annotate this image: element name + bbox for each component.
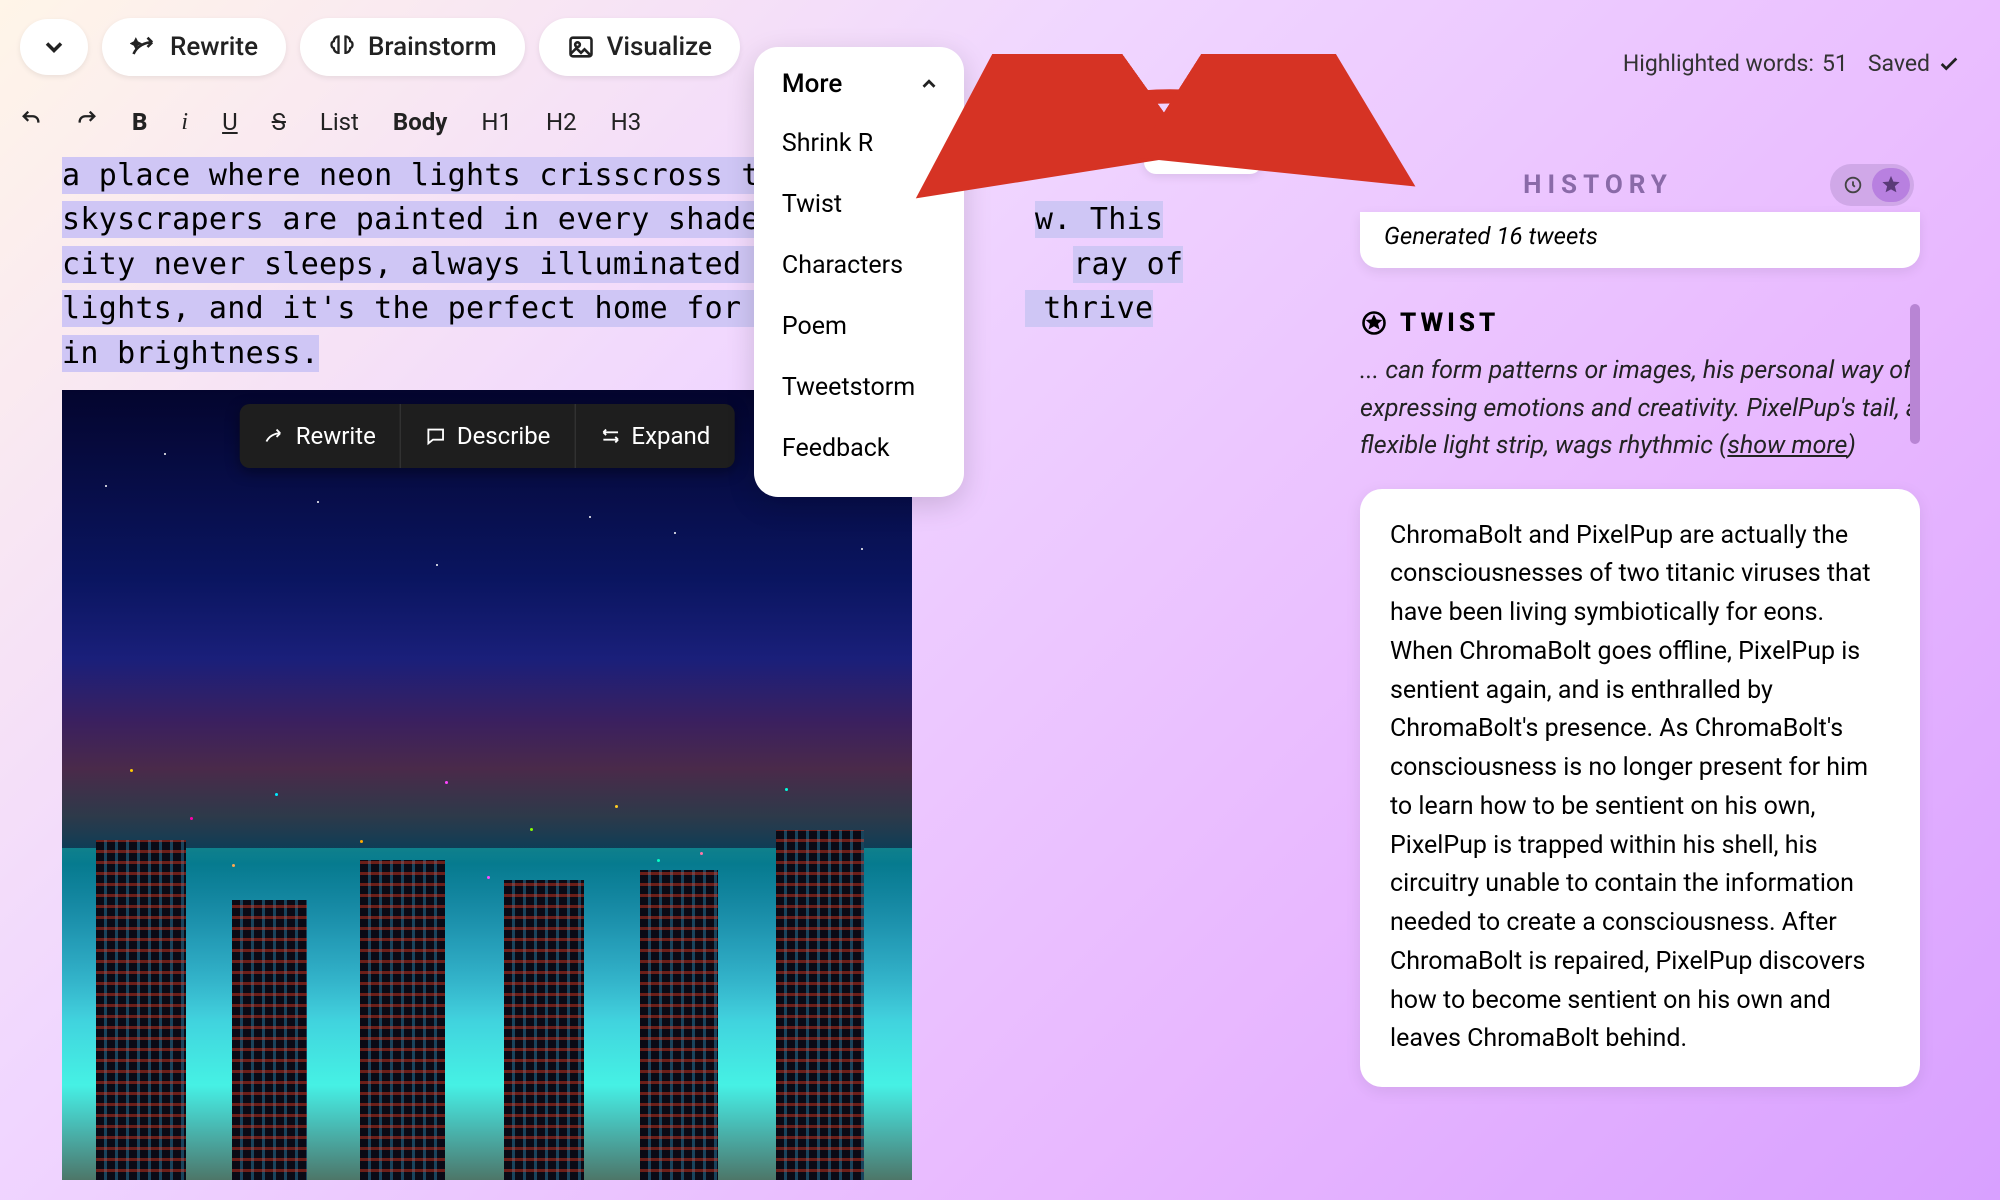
redo-icon — [76, 108, 98, 130]
h1-button[interactable]: H1 — [475, 104, 518, 140]
strike-button[interactable]: S — [266, 104, 292, 140]
italic-button[interactable]: i — [175, 105, 194, 140]
image-describe-button[interactable]: Describe — [401, 404, 576, 468]
dropdown-item-feedback[interactable]: Feedback — [754, 418, 964, 479]
h2-button[interactable]: H2 — [540, 104, 583, 140]
history-filter-toggle[interactable] — [1830, 164, 1914, 206]
history-star-option[interactable] — [1872, 168, 1910, 202]
generated-label: Generated 16 tweets — [1384, 222, 1598, 250]
dropdown-item-shrink[interactable]: Shrink R — [754, 113, 964, 174]
underline-button[interactable]: U — [216, 104, 244, 140]
dropdown-item-characters[interactable]: Characters — [754, 235, 964, 296]
history-panel: HISTORY Generated 16 tweets TWIST ... ca… — [1360, 154, 1920, 1184]
twist-card[interactable]: TWIST ... can form patterns or images, h… — [1360, 308, 1920, 465]
brainstorm-button[interactable]: Brainstorm — [300, 18, 525, 76]
twist-icon — [1360, 309, 1388, 337]
twist-label: TWIST — [1400, 308, 1499, 338]
settings-dropdown-button[interactable] — [20, 19, 88, 75]
sparkle-arrow-icon — [264, 425, 286, 447]
history-clock-option[interactable] — [1834, 168, 1872, 202]
image-rewrite-button[interactable]: Rewrite — [240, 404, 401, 468]
undo-button[interactable] — [14, 104, 48, 140]
text-highlight: a place where neon lights crisscross the — [62, 157, 796, 194]
rewrite-label: Rewrite — [170, 32, 258, 62]
image-toolbar: Rewrite Describe Expand — [240, 404, 735, 468]
expand-horizontal-icon — [599, 425, 621, 447]
redo-button[interactable] — [70, 104, 104, 140]
more-button[interactable]: More — [754, 61, 964, 113]
history-icon — [1842, 174, 1864, 196]
image-expand-button[interactable]: Expand — [575, 404, 734, 468]
rewrite-button[interactable]: Rewrite — [102, 18, 286, 76]
highlighted-words-label: Highlighted words: — [1623, 50, 1814, 77]
highlighted-words-count: 51 — [1822, 50, 1848, 77]
story-text: ChromaBolt and PixelPup are actually the… — [1390, 521, 1871, 1054]
list-button[interactable]: List — [314, 104, 365, 140]
image-icon — [567, 33, 595, 61]
dropdown-item-twist[interactable]: Twist — [754, 174, 964, 235]
image-building — [96, 840, 186, 1180]
sparkle-arrow-icon — [130, 33, 158, 61]
h3-button[interactable]: H3 — [605, 104, 648, 140]
scrollbar-thumb[interactable] — [1910, 304, 1920, 444]
chat-icon — [425, 425, 447, 447]
brainstorm-label: Brainstorm — [368, 32, 497, 62]
dropdown-item-poem[interactable]: Poem — [754, 296, 964, 357]
undo-icon — [20, 108, 42, 130]
bold-button[interactable]: B — [126, 104, 153, 140]
editor-text[interactable]: a place where neon lights crisscross the… — [62, 154, 1272, 376]
generated-image[interactable]: Rewrite Describe Expand — [62, 390, 912, 1180]
saved-label: Saved — [1868, 50, 1930, 77]
twist-body: ... can form patterns or images, his per… — [1360, 352, 1920, 465]
top-toolbar: Rewrite Brainstorm Visualize More Shrink… — [0, 0, 2000, 94]
show-more-link[interactable]: show more — [1727, 431, 1847, 460]
check-icon — [1938, 53, 1960, 75]
story-card[interactable]: ChromaBolt and PixelPup are actually the… — [1360, 489, 1920, 1088]
body-style-button[interactable]: Body — [387, 104, 453, 140]
dropdown-item-tweetstorm[interactable]: Tweetstorm — [754, 357, 964, 418]
star-icon — [1880, 174, 1902, 196]
brain-icon — [328, 33, 356, 61]
more-label: More — [782, 69, 842, 99]
chevron-down-icon — [40, 33, 68, 61]
history-title: HISTORY — [1366, 170, 1830, 200]
more-dropdown: More Shrink R Twist Characters Poem Twee… — [754, 47, 964, 497]
editor-pane[interactable]: a place where neon lights crisscross the… — [62, 154, 1272, 1184]
generated-card[interactable]: Generated 16 tweets — [1360, 212, 1920, 268]
visualize-button[interactable]: Visualize — [539, 18, 740, 76]
chevron-up-icon — [918, 73, 940, 95]
status-bar: Highlighted words: 51 Saved — [1623, 50, 1960, 77]
visualize-label: Visualize — [607, 32, 712, 62]
format-toolbar: B i U S List Body H1 H2 H3 — [0, 94, 2000, 154]
